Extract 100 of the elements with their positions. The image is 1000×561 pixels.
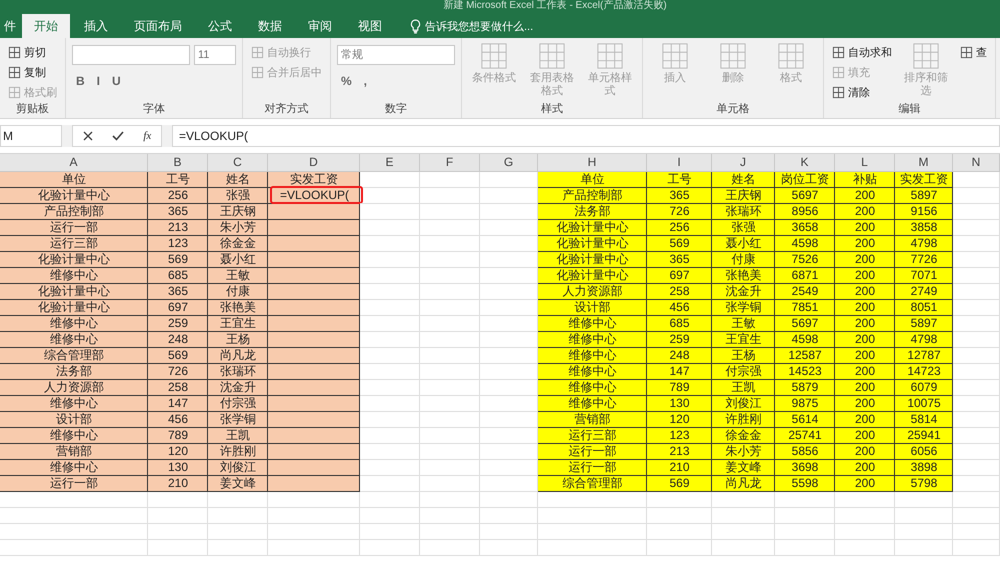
ribbon-button[interactable]: 复制 bbox=[6, 62, 59, 82]
empty-cell[interactable] bbox=[208, 492, 268, 508]
column-header[interactable]: E bbox=[360, 154, 420, 171]
empty-cell[interactable] bbox=[647, 540, 712, 556]
empty-cell[interactable] bbox=[0, 540, 148, 556]
column-header[interactable]: G bbox=[480, 154, 538, 171]
format-button[interactable]: , bbox=[360, 74, 372, 88]
empty-cell[interactable] bbox=[538, 540, 647, 556]
column-header[interactable]: J bbox=[712, 154, 775, 171]
empty-cell[interactable] bbox=[148, 524, 208, 540]
empty-cell[interactable] bbox=[268, 492, 360, 508]
empty-cell[interactable] bbox=[712, 492, 775, 508]
empty-cell[interactable] bbox=[895, 540, 953, 556]
empty-cell[interactable] bbox=[420, 380, 480, 396]
empty-cell[interactable] bbox=[895, 508, 953, 524]
empty-cell[interactable] bbox=[953, 540, 1000, 556]
empty-cell[interactable] bbox=[420, 268, 480, 284]
ribbon-tab[interactable]: 页面布局 bbox=[122, 14, 194, 38]
empty-cell[interactable] bbox=[420, 476, 480, 492]
empty-cell[interactable] bbox=[480, 508, 538, 524]
empty-cell[interactable] bbox=[420, 428, 480, 444]
empty-cell[interactable] bbox=[0, 492, 148, 508]
empty-cell[interactable] bbox=[148, 492, 208, 508]
ribbon-tab[interactable]: 审阅 bbox=[296, 14, 344, 38]
empty-cell[interactable] bbox=[268, 508, 360, 524]
empty-cell[interactable] bbox=[420, 540, 480, 556]
ribbon-button[interactable]: 剪切 bbox=[6, 42, 59, 62]
empty-cell[interactable] bbox=[712, 524, 775, 540]
empty-cell[interactable] bbox=[420, 220, 480, 236]
empty-cell[interactable] bbox=[148, 508, 208, 524]
empty-cell[interactable] bbox=[208, 524, 268, 540]
column-header[interactable]: D bbox=[268, 154, 360, 171]
empty-cell[interactable] bbox=[647, 508, 712, 524]
empty-cell[interactable] bbox=[420, 396, 480, 412]
empty-cell[interactable] bbox=[420, 204, 480, 220]
tell-me-search[interactable]: 告诉我您想要做什么... bbox=[425, 18, 534, 34]
column-header[interactable]: B bbox=[148, 154, 208, 171]
empty-cell[interactable] bbox=[0, 524, 148, 540]
empty-cell[interactable] bbox=[420, 364, 480, 380]
column-header[interactable]: A bbox=[0, 154, 148, 171]
column-header[interactable]: N bbox=[953, 154, 1000, 171]
column-header[interactable]: M bbox=[895, 154, 953, 171]
empty-cell[interactable] bbox=[420, 236, 480, 252]
empty-cell[interactable] bbox=[420, 300, 480, 316]
empty-cell[interactable] bbox=[268, 540, 360, 556]
column-header[interactable]: C bbox=[208, 154, 268, 171]
empty-cell[interactable] bbox=[420, 492, 480, 508]
empty-cell[interactable] bbox=[360, 524, 420, 540]
ribbon-button[interactable]: 清除 bbox=[830, 82, 894, 102]
empty-cell[interactable] bbox=[360, 508, 420, 524]
empty-cell[interactable] bbox=[0, 508, 148, 524]
empty-cell[interactable] bbox=[647, 524, 712, 540]
check-icon[interactable] bbox=[112, 131, 124, 141]
format-button[interactable]: U bbox=[108, 74, 125, 88]
empty-cell[interactable] bbox=[420, 524, 480, 540]
empty-cell[interactable] bbox=[480, 492, 538, 508]
empty-cell[interactable] bbox=[835, 508, 895, 524]
empty-cell[interactable] bbox=[420, 252, 480, 268]
empty-cell[interactable] bbox=[835, 540, 895, 556]
dropdown-field[interactable] bbox=[72, 45, 190, 65]
empty-cell[interactable] bbox=[712, 540, 775, 556]
empty-cell[interactable] bbox=[538, 508, 647, 524]
formula-input[interactable]: =VLOOKUP( bbox=[172, 125, 1000, 147]
empty-cell[interactable] bbox=[712, 508, 775, 524]
empty-cell[interactable] bbox=[360, 540, 420, 556]
ribbon-button[interactable]: 自动求和 bbox=[830, 42, 894, 62]
empty-cell[interactable] bbox=[268, 524, 360, 540]
empty-cell[interactable] bbox=[420, 444, 480, 460]
empty-cell[interactable] bbox=[208, 508, 268, 524]
empty-cell[interactable] bbox=[953, 508, 1000, 524]
empty-cell[interactable] bbox=[420, 188, 480, 204]
active-cell-editor[interactable]: =VLOOKUP( bbox=[270, 186, 363, 204]
empty-cell[interactable] bbox=[953, 524, 1000, 540]
empty-cell[interactable] bbox=[420, 284, 480, 300]
column-header[interactable]: K bbox=[775, 154, 835, 171]
ribbon-tab[interactable]: 视图 bbox=[346, 14, 394, 38]
column-header[interactable]: F bbox=[420, 154, 480, 171]
empty-cell[interactable] bbox=[420, 332, 480, 348]
dropdown-field[interactable]: 11 bbox=[194, 45, 236, 65]
empty-cell[interactable] bbox=[538, 492, 647, 508]
empty-cell[interactable] bbox=[538, 524, 647, 540]
ribbon-tab[interactable]: 公式 bbox=[196, 14, 244, 38]
ribbon-tab[interactable]: 数据 bbox=[246, 14, 294, 38]
column-header[interactable]: H bbox=[538, 154, 647, 171]
empty-cell[interactable] bbox=[953, 492, 1000, 508]
cancel-icon[interactable] bbox=[82, 131, 93, 141]
format-button[interactable]: I bbox=[92, 74, 104, 88]
insert-function-button[interactable]: fx bbox=[143, 130, 152, 142]
empty-cell[interactable] bbox=[647, 492, 712, 508]
empty-cell[interactable] bbox=[835, 492, 895, 508]
empty-cell[interactable] bbox=[775, 524, 835, 540]
ribbon-tab[interactable]: 件 bbox=[0, 14, 20, 38]
empty-cell[interactable] bbox=[420, 316, 480, 332]
empty-cell[interactable] bbox=[420, 460, 480, 476]
empty-cell[interactable] bbox=[148, 540, 208, 556]
name-box[interactable]: M bbox=[0, 125, 62, 147]
ribbon-tab[interactable]: 开始 bbox=[22, 14, 70, 38]
empty-cell[interactable] bbox=[835, 524, 895, 540]
empty-cell[interactable] bbox=[360, 492, 420, 508]
empty-cell[interactable] bbox=[420, 172, 480, 188]
